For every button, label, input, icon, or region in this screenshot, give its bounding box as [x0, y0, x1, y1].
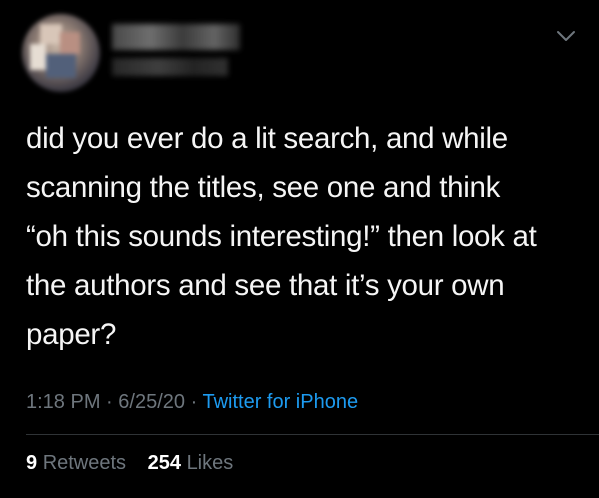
- likes-stat[interactable]: 254 Likes: [148, 452, 234, 474]
- tweet-text-line: did you ever do a lit search, and while: [26, 122, 508, 155]
- tweet-card: did you ever do a lit search, and while …: [0, 0, 599, 498]
- tweet-text-line: scanning the titles, see one and think: [26, 171, 501, 204]
- tweet-menu-button[interactable]: [552, 24, 580, 48]
- tweet-text-line: the authors and see that it’s your own: [26, 269, 505, 302]
- avatar-pixel: [46, 54, 76, 78]
- tweet-metadata: 1:18 PM · 6/25/20 · Twitter for iPhone: [26, 388, 358, 416]
- avatar-pixel: [40, 24, 62, 44]
- retweets-count: 9: [26, 452, 38, 474]
- divider: [26, 434, 599, 435]
- username-blurred[interactable]: [112, 58, 228, 76]
- display-name-blurred[interactable]: [112, 24, 240, 50]
- retweets-stat[interactable]: 9 Retweets: [26, 452, 132, 474]
- tweet-text-line: paper?: [26, 318, 117, 351]
- tweet-stats: 9 Retweets 254 Likes: [26, 449, 233, 477]
- meta-separator: ·: [190, 391, 198, 413]
- likes-label: Likes: [186, 452, 234, 474]
- meta-separator: ·: [106, 391, 113, 413]
- tweet-source-link[interactable]: Twitter for iPhone: [202, 391, 358, 413]
- tweet-time[interactable]: 1:18 PM: [26, 391, 100, 413]
- retweets-label: Retweets: [42, 452, 127, 474]
- avatar-pixel: [30, 44, 46, 70]
- likes-count: 254: [147, 452, 181, 474]
- tweet-text: did you ever do a lit search, and while …: [26, 114, 586, 359]
- avatar-pixel: [60, 32, 80, 54]
- tweet-date[interactable]: 6/25/20: [118, 391, 185, 413]
- avatar[interactable]: [22, 14, 100, 92]
- tweet-text-line: “oh this sounds interesting!” then look …: [26, 220, 537, 253]
- chevron-down-icon: [557, 31, 575, 41]
